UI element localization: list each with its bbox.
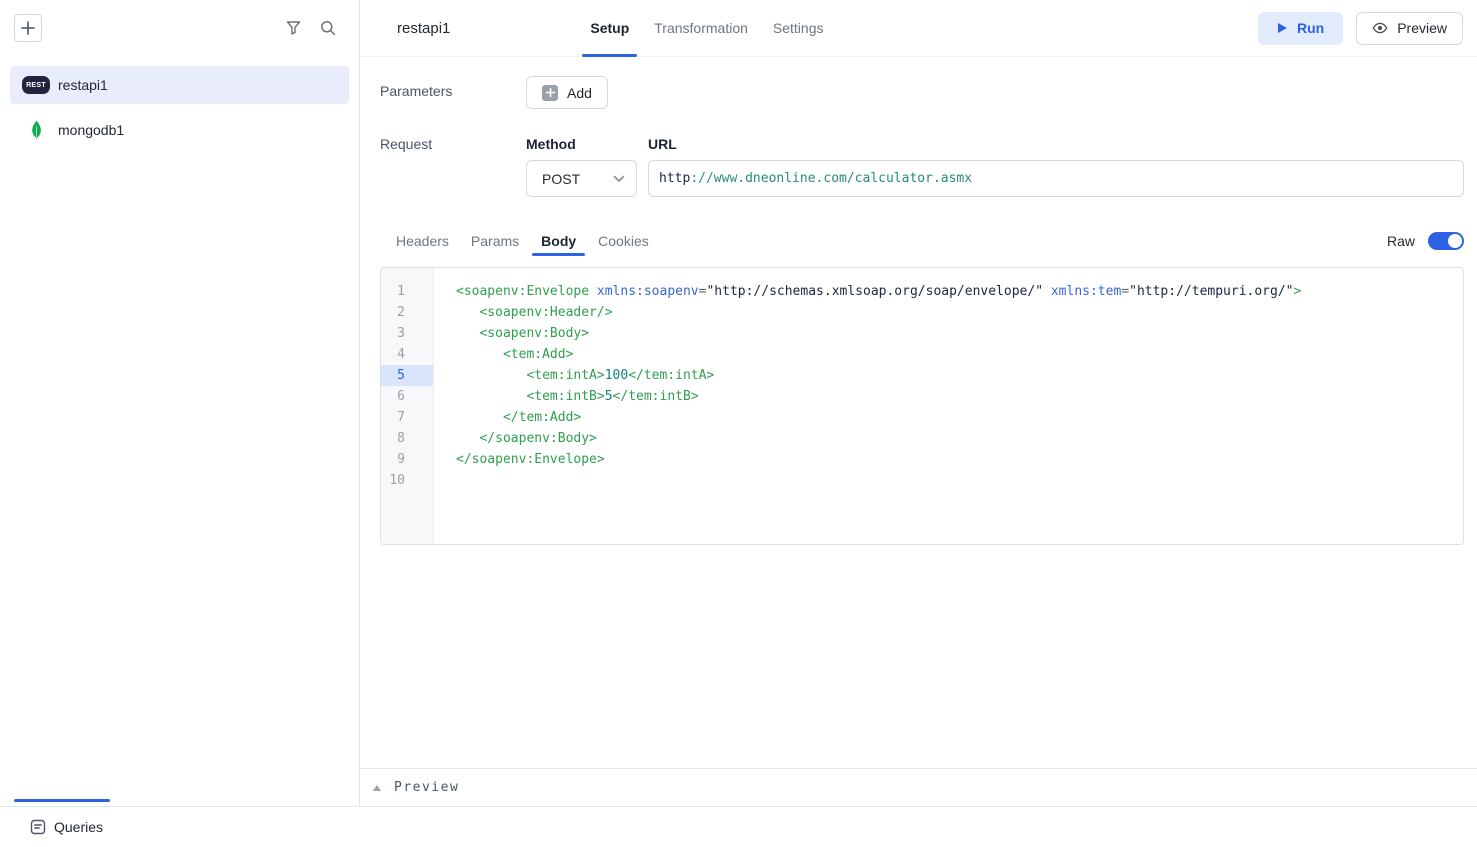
sidebar-item-label: restapi1 — [58, 77, 108, 93]
main-tabs: Setup Transformation Settings — [590, 0, 823, 56]
line-number: 1 — [381, 281, 433, 302]
preview-button-label: Preview — [1397, 20, 1447, 36]
line-number: 10 — [381, 470, 433, 491]
plus-icon — [21, 21, 35, 35]
queries-active-indicator — [14, 799, 110, 802]
body-tab-cookies[interactable]: Cookies — [598, 225, 649, 256]
code-line: <tem:Add> — [456, 344, 1455, 365]
code-line — [456, 470, 1455, 491]
request-row: Request Method POST URL http://www.dneon… — [380, 136, 1464, 197]
rest-api-icon-wrap: REST — [22, 76, 50, 94]
code-line: <soapenv:Body> — [456, 323, 1455, 344]
raw-toggle-group: Raw — [1387, 232, 1464, 250]
sidebar-item-restapi1[interactable]: REST restapi1 — [10, 66, 349, 104]
code-line: </tem:Add> — [456, 407, 1455, 428]
code-editor[interactable]: 12345678910 <soapenv:Envelope xmlns:soap… — [380, 267, 1464, 545]
line-number: 2 — [381, 302, 433, 323]
bottom-bar: Queries — [0, 806, 1477, 847]
body-tab-body[interactable]: Body — [541, 225, 576, 256]
mongodb-icon — [22, 120, 50, 140]
editor-gutter: 12345678910 — [381, 268, 434, 544]
raw-toggle-switch[interactable] — [1428, 232, 1464, 250]
sidebar-item-label: mongodb1 — [58, 122, 124, 138]
run-button-label: Run — [1297, 20, 1324, 36]
queries-tab[interactable]: Queries — [30, 819, 103, 835]
tab-setup[interactable]: Setup — [590, 0, 629, 56]
code-line: <soapenv:Envelope xmlns:soapenv="http://… — [456, 281, 1455, 302]
line-number: 8 — [381, 428, 433, 449]
play-icon — [1277, 22, 1288, 34]
main-header: restapi1 Setup Transformation Settings Run… — [360, 0, 1477, 57]
filter-icon[interactable] — [286, 21, 301, 35]
toggle-knob — [1448, 234, 1462, 248]
method-column: Method POST — [526, 136, 637, 197]
sidebar-tools — [286, 20, 336, 36]
parameters-label: Parameters — [380, 76, 526, 99]
raw-label: Raw — [1387, 233, 1415, 249]
sidebar-item-mongodb1[interactable]: mongodb1 — [10, 111, 349, 149]
tab-transformation[interactable]: Transformation — [654, 0, 748, 56]
collapse-caret-icon — [372, 784, 382, 792]
main-panel: restapi1 Setup Transformation Settings Run… — [360, 0, 1477, 806]
body-row: REST restapi1 mongodb1 restapi1 Setup Trans… — [0, 0, 1477, 806]
code-line: </soapenv:Body> — [456, 428, 1455, 449]
search-icon[interactable] — [320, 20, 336, 36]
url-input[interactable]: http://www.dneonline.com/calculator.asmx — [648, 160, 1464, 197]
body-tabs: Headers Params Body Cookies — [396, 225, 649, 256]
run-button[interactable]: Run — [1258, 12, 1343, 45]
add-entity-button[interactable] — [14, 14, 42, 42]
plus-square-icon — [542, 85, 558, 101]
editor-code[interactable]: <soapenv:Envelope xmlns:soapenv="http://… — [434, 268, 1463, 544]
body-tabs-row: Headers Params Body Cookies Raw — [380, 225, 1464, 256]
body-tab-headers[interactable]: Headers — [396, 225, 449, 256]
chevron-down-icon — [613, 175, 625, 183]
code-line: <tem:intA>100</tem:intA> — [456, 365, 1455, 386]
add-button-label: Add — [567, 85, 592, 101]
line-number: 9 — [381, 449, 433, 470]
line-number: 4 — [381, 344, 433, 365]
entity-list: REST restapi1 mongodb1 — [0, 56, 359, 149]
queries-tab-label: Queries — [54, 819, 103, 835]
queries-icon — [30, 819, 46, 835]
method-select[interactable]: POST — [526, 160, 637, 197]
request-label: Request — [380, 136, 526, 197]
add-parameter-button[interactable]: Add — [526, 76, 608, 109]
sidebar-header — [0, 0, 359, 56]
line-number: 7 — [381, 407, 433, 428]
header-actions: Run Preview — [1258, 12, 1463, 45]
method-value: POST — [542, 171, 580, 187]
preview-bar-label: Preview — [394, 780, 459, 795]
code-line: <soapenv:Header/> — [456, 302, 1455, 323]
tab-settings[interactable]: Settings — [773, 0, 824, 56]
app-root: REST restapi1 mongodb1 restapi1 Setup Trans… — [0, 0, 1477, 847]
line-number: 5 — [381, 365, 433, 386]
eye-icon — [1372, 20, 1388, 36]
query-title: restapi1 — [397, 20, 450, 37]
sidebar: REST restapi1 mongodb1 — [0, 0, 360, 806]
rest-api-icon: REST — [22, 76, 50, 94]
body-tab-params[interactable]: Params — [471, 225, 519, 256]
preview-collapse-bar[interactable]: Preview — [360, 768, 1477, 806]
code-line: </soapenv:Envelope> — [456, 449, 1455, 470]
parameters-row: Parameters Add — [380, 76, 1464, 109]
method-label: Method — [526, 136, 637, 152]
line-number: 6 — [381, 386, 433, 407]
preview-button[interactable]: Preview — [1356, 12, 1463, 45]
line-number: 3 — [381, 323, 433, 344]
setup-panel: Parameters Add Request Method POST — [360, 57, 1477, 768]
url-column: URL http://www.dneonline.com/calculator.… — [648, 136, 1464, 197]
url-label: URL — [648, 136, 1464, 152]
code-line: <tem:intB>5</tem:intB> — [456, 386, 1455, 407]
